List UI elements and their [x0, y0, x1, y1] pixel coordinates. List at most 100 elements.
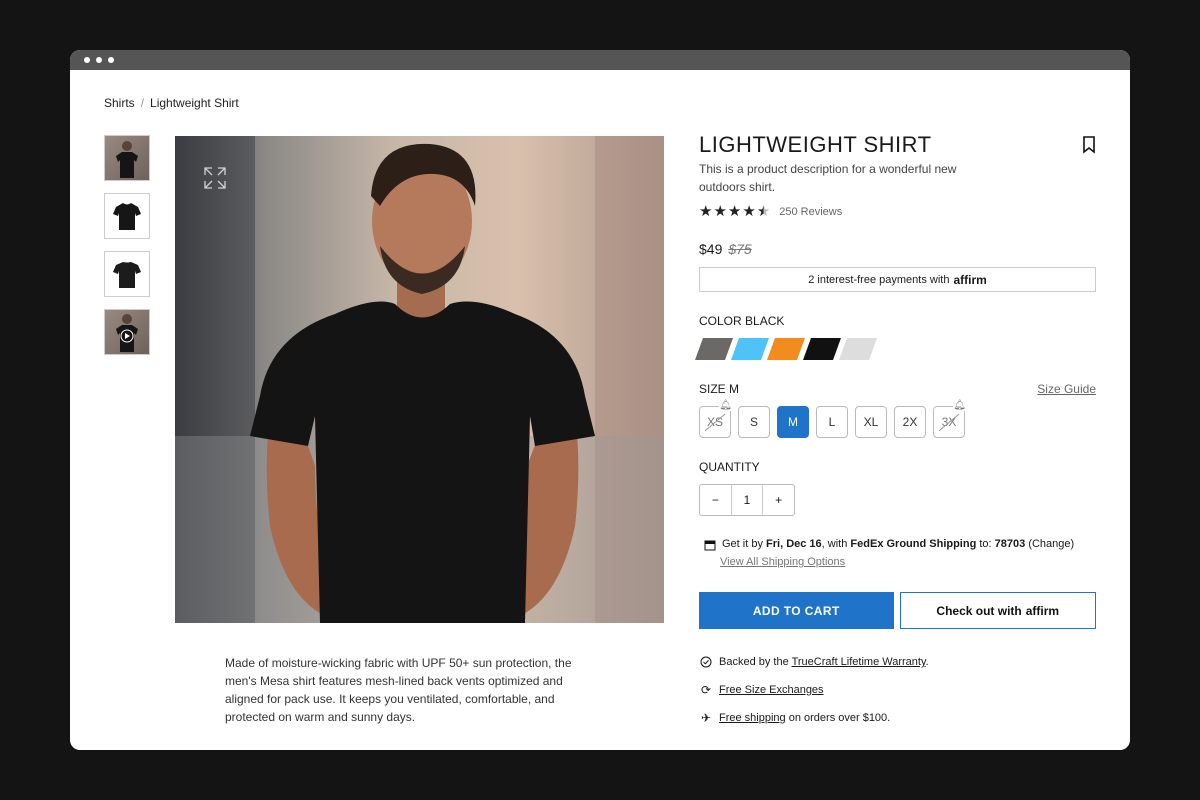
color-label: COLOR BLACK — [699, 314, 1096, 328]
change-zip-link[interactable]: (Change) — [1028, 538, 1074, 550]
size-label: L — [828, 415, 836, 429]
size-label-text: SIZE — [699, 382, 726, 396]
affirm-checkout-button[interactable]: Check out with affirm — [899, 592, 1096, 629]
exchanges-link[interactable]: Free Size Exchanges — [719, 684, 824, 696]
star-icon: ★ — [713, 203, 727, 220]
free-shipping-text: on orders over $100. — [788, 712, 891, 724]
size-label: XS — [706, 415, 723, 429]
color-label-text: COLOR — [699, 314, 742, 328]
tshirt-icon — [113, 203, 141, 230]
selected-size: M — [729, 382, 740, 396]
delivery-date: Fri, Dec 16 — [766, 538, 822, 550]
browser-window: Shirts / Lightweight Shirt Made of moist… — [70, 50, 1130, 750]
affirm-text: 2 interest-free payments with — [808, 273, 950, 286]
model-thumb-graphic — [116, 141, 138, 178]
shipping-method: FedEx Ground Shipping — [850, 538, 977, 550]
checkout-text: Check out with — [936, 603, 1022, 618]
size-option-2x[interactable]: 2X — [894, 406, 926, 438]
decrement-button[interactable]: − — [700, 485, 731, 515]
shipping-text: , with — [821, 538, 848, 550]
quantity-label: QUANTITY — [699, 460, 1096, 474]
window-dots — [84, 57, 114, 63]
exchanges-perk: ⟳ Free Size Exchanges — [699, 683, 1096, 697]
star-icon: ★ — [727, 203, 742, 220]
affirm-logo: affirm — [1025, 603, 1060, 618]
breadcrumb-shirts[interactable]: Shirts — [104, 96, 135, 110]
size-option-l[interactable]: L — [816, 406, 848, 438]
original-price: $75 — [728, 241, 752, 257]
swatch-gray[interactable] — [694, 338, 734, 360]
size-option-s[interactable]: S — [738, 406, 770, 438]
price-row: $49 $75 — [699, 241, 1096, 257]
size-label: 2X — [902, 415, 918, 429]
size-option-xs[interactable]: XS 🔔︎ — [699, 400, 732, 438]
free-shipping-link[interactable]: Free shipping — [719, 712, 786, 724]
refresh-icon: ⟳ — [700, 683, 712, 697]
size-label: S — [749, 415, 758, 429]
window-dot[interactable] — [96, 57, 102, 63]
size-label-row: SIZE M Size Guide — [699, 382, 1096, 396]
perks-list: Backed by the TrueCraft Lifetime Warrant… — [699, 655, 1096, 725]
swatch-light-gray[interactable] — [838, 338, 878, 360]
swatch-orange[interactable] — [766, 338, 806, 360]
warranty-text: Backed by the — [719, 656, 789, 668]
quantity-label-text: QUANTITY — [699, 460, 760, 474]
product-title: LIGHTWEIGHT SHIRT — [699, 132, 932, 157]
swatch-black[interactable] — [802, 338, 842, 360]
airplane-icon: ✈ — [700, 711, 712, 725]
main-product-image[interactable] — [175, 136, 664, 623]
bell-icon[interactable]: 🔔︎ — [719, 400, 732, 411]
thumbnail-list — [104, 135, 150, 355]
shipping-text: to: — [979, 538, 992, 550]
rating-row[interactable]: ★ ★ ★ ★ ★ 250 Reviews — [699, 204, 1096, 219]
add-to-cart-button[interactable]: ADD TO CART — [699, 592, 894, 629]
warranty-period: . — [925, 656, 929, 668]
size-option-xl[interactable]: XL — [855, 406, 887, 438]
selected-color: BLACK — [745, 314, 785, 328]
cta-row: ADD TO CART Check out with affirm — [699, 592, 1096, 629]
thumbnail-model-front[interactable] — [104, 135, 150, 181]
product-info-panel: LIGHTWEIGHT SHIRT This is a product desc… — [694, 132, 1096, 725]
shipping-options-link[interactable]: View All Shipping Options — [720, 556, 1096, 568]
calendar-icon — [703, 538, 717, 552]
window-dot[interactable] — [84, 57, 90, 63]
thumbnail-shirt-front[interactable] — [104, 193, 150, 239]
expand-icon[interactable] — [201, 164, 229, 192]
star-icon: ★ — [699, 203, 713, 220]
tshirt-back-icon — [113, 262, 141, 288]
bell-icon[interactable]: 🔔︎ — [953, 400, 966, 411]
size-label: XL — [863, 415, 879, 429]
affirm-banner[interactable]: 2 interest-free payments with affirm — [699, 267, 1096, 292]
affirm-logo: affirm — [953, 272, 987, 287]
shipping-zip: 78703 — [994, 538, 1026, 550]
product-description: This is a product description for a wond… — [699, 162, 957, 194]
size-option-m[interactable]: M — [777, 406, 809, 438]
bookmark-icon[interactable] — [1082, 136, 1096, 154]
check-circle-icon — [699, 655, 713, 669]
color-swatches — [694, 338, 1096, 360]
size-label: M — [788, 415, 798, 429]
quantity-stepper: − 1 + — [699, 484, 795, 516]
breadcrumb: Shirts / Lightweight Shirt — [104, 96, 239, 110]
window-dot[interactable] — [108, 57, 114, 63]
warranty-link[interactable]: TrueCraft Lifetime Warranty — [792, 656, 926, 668]
half-star-icon: ★ — [756, 203, 771, 220]
size-guide-link[interactable]: Size Guide — [1037, 382, 1096, 396]
warranty-perk: Backed by the TrueCraft Lifetime Warrant… — [699, 655, 1096, 669]
reviews-count[interactable]: 250 Reviews — [779, 206, 842, 218]
size-option-3x[interactable]: 3X 🔔︎ — [933, 400, 966, 438]
shipping-text: Get it by — [722, 538, 763, 550]
swatch-light-blue[interactable] — [730, 338, 770, 360]
increment-button[interactable]: + — [763, 485, 794, 515]
breadcrumb-current: Lightweight Shirt — [150, 96, 239, 110]
size-label: 3X — [941, 415, 957, 429]
star-icon: ★ — [742, 203, 756, 220]
current-price: $49 — [699, 241, 723, 257]
play-icon — [116, 314, 138, 352]
thumbnail-model-video[interactable] — [104, 309, 150, 355]
product-long-description: Made of moisture-wicking fabric with UPF… — [225, 656, 572, 724]
size-options: XS 🔔︎ S M L XL 2X 3X 🔔︎ — [699, 400, 1096, 438]
thumbnail-shirt-back[interactable] — [104, 251, 150, 297]
quantity-value[interactable]: 1 — [730, 485, 764, 515]
model-photo — [175, 136, 664, 623]
